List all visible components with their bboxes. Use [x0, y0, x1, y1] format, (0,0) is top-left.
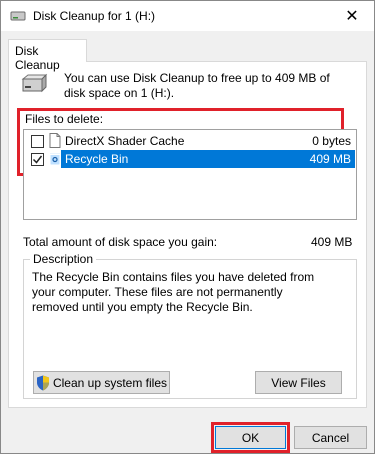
- files-list[interactable]: DirectX Shader Cache 0 bytes Recycle Bin…: [23, 129, 357, 220]
- title-bar: Disk Cleanup for 1 (H:) ✕: [1, 1, 374, 31]
- window-title: Disk Cleanup for 1 (H:): [33, 9, 156, 23]
- checkbox-directx-shader-cache[interactable]: [31, 135, 44, 148]
- close-button[interactable]: ✕: [330, 1, 374, 31]
- file-icon: [49, 133, 61, 148]
- total-space-label: Total amount of disk space you gain:: [23, 235, 218, 249]
- files-to-delete-label: Files to delete:: [25, 112, 104, 126]
- list-item-recycle-bin[interactable]: Recycle Bin 409 MB: [25, 150, 355, 168]
- drive-icon: [21, 73, 48, 93]
- view-files-button[interactable]: View Files: [255, 371, 342, 394]
- disk-cleanup-app-icon: [10, 11, 26, 21]
- item-name: DirectX Shader Cache: [65, 134, 185, 148]
- disk-cleanup-window: Disk Cleanup for 1 (H:) ✕ Disk Cleanup Y…: [0, 0, 375, 454]
- cancel-button[interactable]: Cancel: [294, 426, 367, 449]
- item-name: Recycle Bin: [65, 152, 129, 166]
- recycle-bin-icon: [49, 152, 61, 166]
- tab-label: Disk Cleanup: [15, 44, 60, 72]
- checkbox-recycle-bin[interactable]: [31, 153, 44, 166]
- button-label: Cancel: [311, 430, 350, 445]
- button-label: Clean up system files: [52, 375, 168, 390]
- item-size: 409 MB: [309, 152, 351, 166]
- button-label: OK: [241, 430, 260, 445]
- intro-text: You can use Disk Cleanup to free up to 4…: [64, 71, 330, 100]
- tab-disk-cleanup[interactable]: Disk Cleanup: [8, 39, 87, 72]
- clean-up-system-files-button[interactable]: Clean up system files: [33, 371, 170, 394]
- close-icon: ✕: [345, 8, 359, 25]
- uac-shield-icon: [36, 375, 49, 390]
- check-icon: [32, 155, 43, 164]
- button-label: View Files: [271, 375, 326, 390]
- list-item-directx-shader-cache[interactable]: DirectX Shader Cache 0 bytes: [25, 132, 355, 150]
- description-title: Description: [30, 252, 97, 266]
- description-text: The Recycle Bin contains files you have …: [32, 270, 315, 314]
- item-size: 0 bytes: [312, 134, 351, 148]
- ok-button[interactable]: OK: [215, 426, 286, 449]
- total-space-value: 409 MB: [311, 235, 353, 249]
